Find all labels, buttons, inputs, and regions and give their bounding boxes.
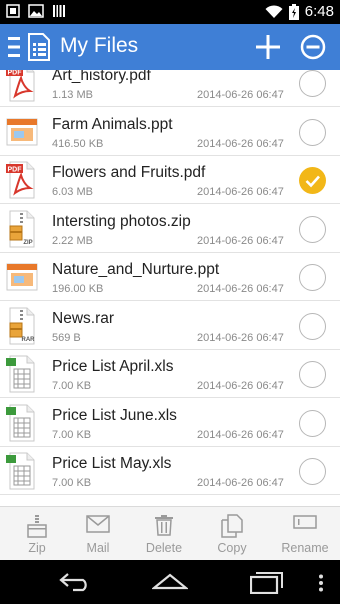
- file-row[interactable]: Price List May.xls 7.00 KB 2014-06-26 06:4…: [0, 447, 340, 495]
- file-name: Flowers and Fruits.pdf: [52, 164, 206, 181]
- rename-label: Rename: [281, 541, 329, 555]
- file-size: 569 B: [52, 331, 81, 344]
- file-date: 2014-06-26 06:47: [197, 283, 284, 295]
- mail-icon: [86, 515, 110, 533]
- rar-file-icon: RAR: [9, 307, 36, 344]
- file-size: 7.00 KB: [52, 380, 92, 392]
- archive-badge-label: ZIP: [23, 240, 32, 246]
- ppt-file-icon: [6, 263, 38, 291]
- remove-icon[interactable]: [300, 34, 326, 60]
- copy-icon: [221, 514, 243, 538]
- ppt-file-icon: [6, 118, 38, 145]
- file-name: Art_history.pdf: [52, 70, 151, 84]
- file-row[interactable]: Price List April.xls 7.00 KB 2014-06-26 06…: [0, 350, 340, 398]
- add-icon[interactable]: [255, 34, 281, 60]
- file-size: 2.22 MB: [52, 234, 93, 247]
- status-bar: 6:48: [0, 0, 340, 24]
- action-bar: My Files: [0, 24, 340, 70]
- pdf-badge-label: PDF: [8, 70, 23, 77]
- file-name: Price List May.xls: [52, 455, 172, 472]
- file-date: 2014-06-26 06:47: [197, 89, 284, 101]
- zip-button[interactable]: Zip: [7, 507, 67, 561]
- menu-icon[interactable]: [8, 36, 20, 58]
- xls-file-icon: [6, 355, 35, 393]
- pdf-file-icon: PDF: [6, 161, 35, 199]
- mail-label: Mail: [86, 541, 110, 555]
- file-name: Farm Animals.ppt: [52, 115, 173, 133]
- overflow-menu-icon[interactable]: [318, 574, 324, 592]
- recent-apps-icon[interactable]: [250, 570, 284, 594]
- file-row[interactable]: RAR News.rar 569 B 2014-06-26 06:47: [0, 301, 340, 350]
- zip-file-icon: ZIP: [9, 210, 35, 247]
- file-date: 2014-06-26 06:47: [197, 428, 284, 441]
- file-row[interactable]: Nature_and_Nurture.ppt 196.00 KB 2014-06-2…: [0, 253, 340, 301]
- xls-file-icon: [6, 452, 35, 490]
- select-checkbox[interactable]: [299, 458, 326, 485]
- file-row[interactable]: Farm Animals.ppt 416.50 KB 2014-06-26 06:4…: [0, 107, 340, 156]
- file-name: Price List June.xls: [52, 406, 177, 424]
- file-date: 2014-06-26 06:47: [197, 380, 284, 392]
- status-notifications: [6, 4, 66, 18]
- delete-label: Delete: [145, 541, 183, 555]
- select-checkbox[interactable]: [299, 70, 326, 97]
- zip-label: Zip: [28, 541, 46, 555]
- select-checkbox[interactable]: [299, 312, 326, 340]
- file-name: Nature_and_Nurture.ppt: [52, 261, 220, 278]
- barcode-icon: [53, 5, 65, 17]
- copy-label: Copy: [217, 541, 247, 555]
- checkmark-icon: [305, 175, 320, 188]
- file-list: PDF Art_history.pdf 1.13 MB 2014-06-26 06:4…: [0, 70, 340, 506]
- file-date: 2014-06-26 06:47: [197, 186, 284, 198]
- file-row[interactable]: PDF Flowers and Fruits.pdf 6.03 MB 2014-06-…: [0, 156, 340, 204]
- xls-file-icon: [6, 404, 35, 441]
- select-checkbox[interactable]: [299, 215, 326, 243]
- file-size: 416.50 KB: [52, 137, 104, 150]
- wifi-icon: [265, 4, 283, 18]
- file-name: News.rar: [52, 309, 115, 327]
- select-checkbox-checked[interactable]: [299, 167, 326, 194]
- file-row[interactable]: PDF Art_history.pdf 1.13 MB 2014-06-26 06:4…: [0, 70, 340, 107]
- select-checkbox[interactable]: [299, 118, 326, 146]
- file-size: 1.13 MB: [52, 89, 93, 101]
- select-checkbox[interactable]: [299, 409, 326, 437]
- rename-button[interactable]: Rename: [272, 507, 338, 561]
- status-time: 6:48: [304, 3, 334, 20]
- page-title: My Files: [60, 34, 139, 57]
- file-name: Price List April.xls: [52, 358, 174, 375]
- archive-badge-label: RAR: [22, 337, 36, 343]
- navigation-bar: [0, 560, 340, 604]
- file-date: 2014-06-26 06:47: [197, 477, 284, 489]
- mail-button[interactable]: Mail: [68, 507, 128, 561]
- home-icon[interactable]: [152, 572, 188, 592]
- zip-icon: [27, 515, 47, 538]
- file-row[interactable]: ZIP Intersting photos.zip 2.22 MB 2014-06-2…: [0, 204, 340, 253]
- back-icon[interactable]: [58, 572, 92, 592]
- trash-icon: [155, 515, 173, 536]
- file-date: 2014-06-26 06:47: [197, 234, 284, 247]
- pdf-file-icon: PDF: [6, 70, 35, 102]
- file-size: 6.03 MB: [52, 186, 93, 198]
- delete-button[interactable]: Delete: [134, 507, 194, 561]
- screenshot-icon: [6, 4, 20, 18]
- file-size: 7.00 KB: [52, 477, 92, 489]
- select-checkbox[interactable]: [299, 264, 326, 291]
- file-date: 2014-06-26 06:47: [197, 331, 284, 344]
- pdf-badge-label: PDF: [8, 167, 23, 174]
- select-checkbox[interactable]: [299, 361, 326, 388]
- bottom-toolbar: Zip Mail Delete Copy Rename: [0, 506, 340, 560]
- file-size: 196.00 KB: [52, 283, 104, 295]
- gallery-icon: [28, 4, 44, 18]
- battery-icon: [288, 3, 299, 20]
- file-row[interactable]: Price List June.xls 7.00 KB 2014-06-26 06:…: [0, 398, 340, 447]
- app-logo-icon: [28, 33, 50, 61]
- rename-icon: [293, 515, 317, 529]
- file-name: Intersting photos.zip: [52, 212, 191, 230]
- file-size: 7.00 KB: [52, 428, 92, 441]
- copy-button[interactable]: Copy: [202, 507, 262, 561]
- file-date: 2014-06-26 06:47: [197, 137, 284, 150]
